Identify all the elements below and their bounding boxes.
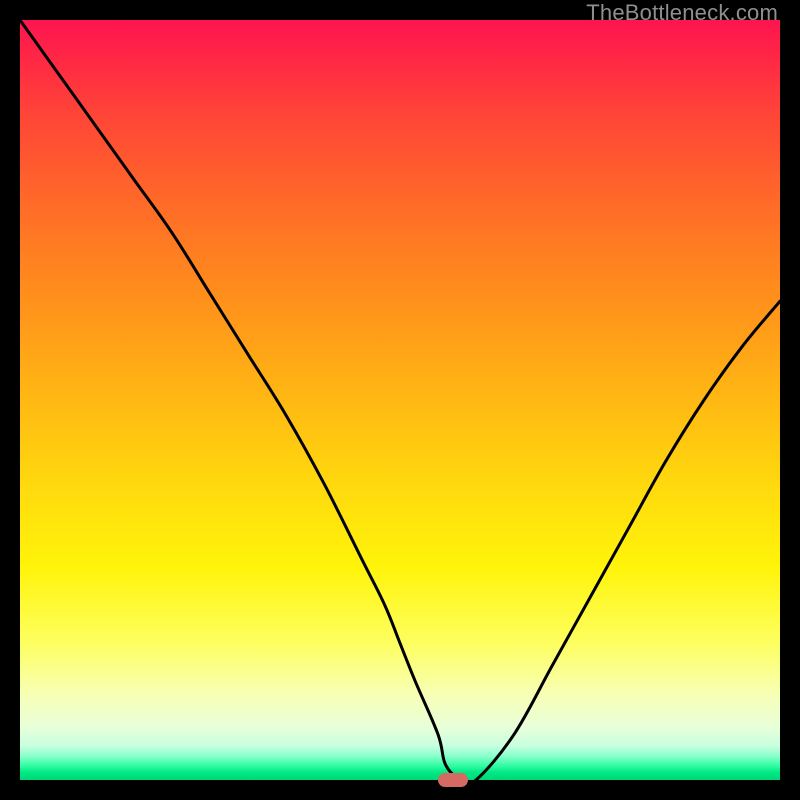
- curve-svg: [20, 20, 780, 780]
- chart-frame: TheBottleneck.com: [0, 0, 800, 800]
- bottleneck-curve: [20, 20, 780, 780]
- plot-area: [20, 20, 780, 780]
- optimal-point-marker: [438, 773, 468, 787]
